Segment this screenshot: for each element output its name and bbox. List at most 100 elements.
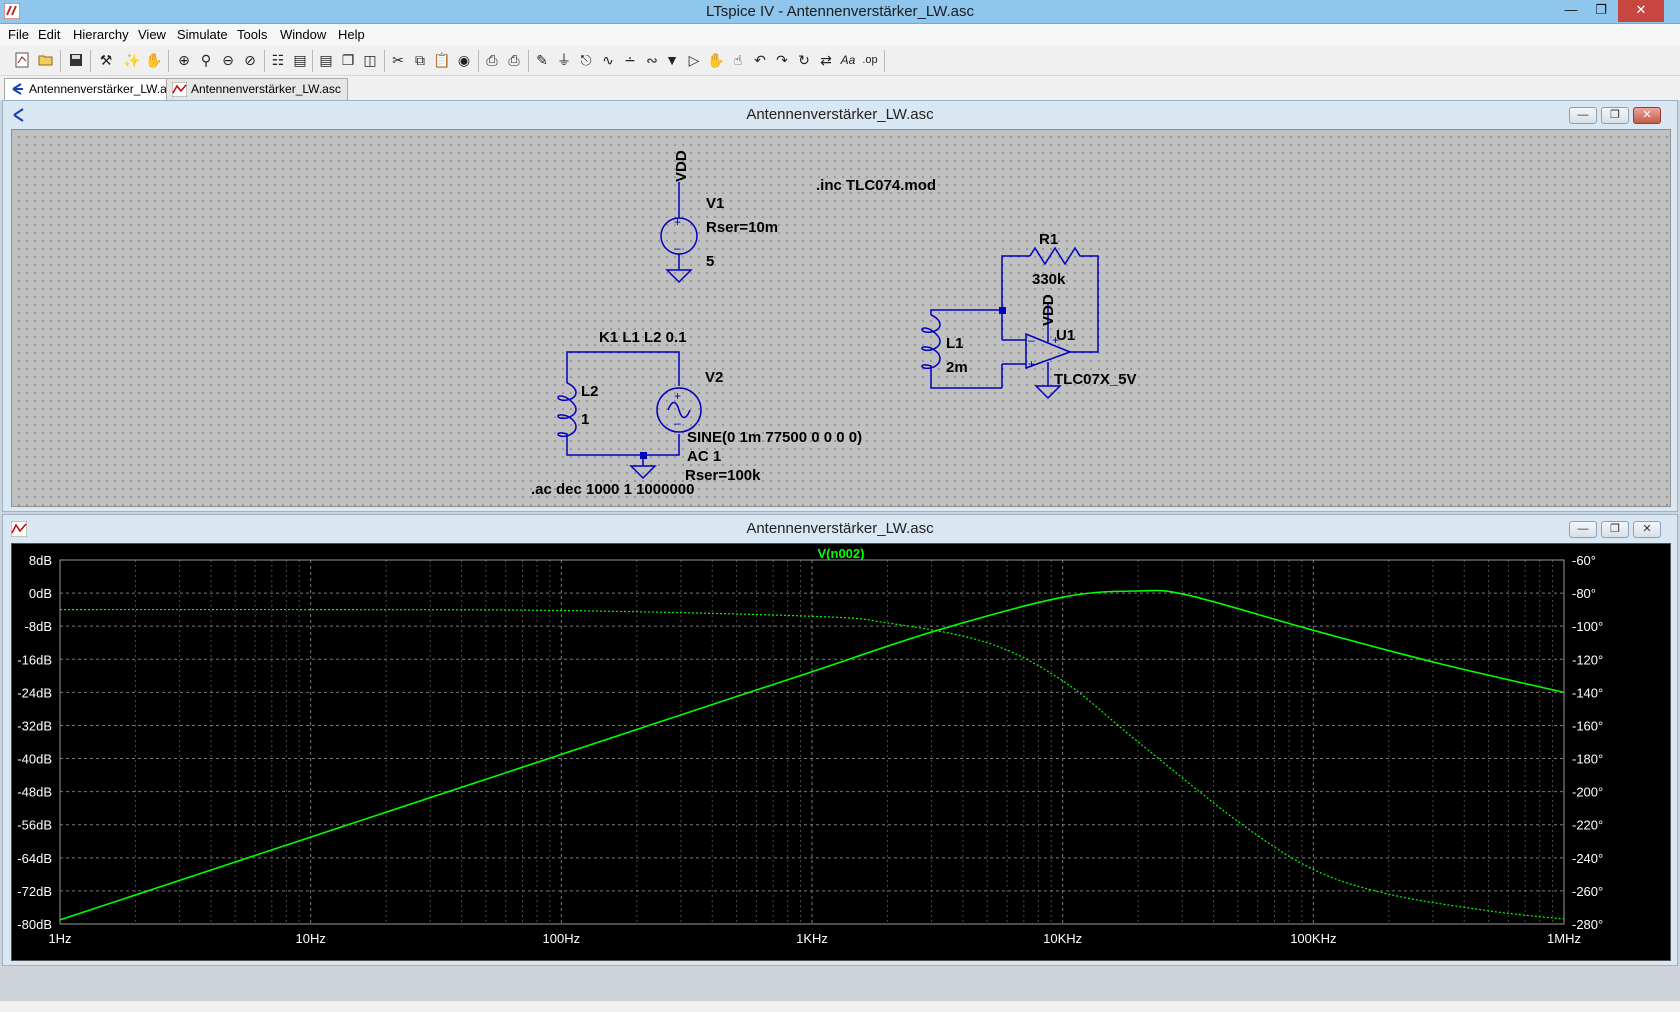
- ground-icon[interactable]: ⏚: [554, 50, 574, 70]
- undo-icon[interactable]: ↶: [750, 50, 770, 70]
- y-tick-label-db: -56dB: [17, 818, 52, 833]
- run-icon[interactable]: ✨: [122, 50, 142, 70]
- waveform-minimize-button[interactable]: —: [1569, 521, 1597, 538]
- waveform-plot[interactable]: 1Hz 10Hz 100Hz 1KHz 10KHz 100KHz 1MHz 8dB -60° 0d…: [11, 543, 1671, 961]
- y-tick-label-phase: -140°: [1572, 685, 1603, 700]
- y-tick-label-phase: -80°: [1572, 586, 1596, 601]
- window-titlebar: LTspice IV - Antennenverstärker_LW.asc —…: [0, 0, 1680, 24]
- y-tick-label-db: 8dB: [29, 553, 52, 568]
- restore-button[interactable]: ❐: [1586, 0, 1616, 22]
- x-tick-label: 1Hz: [48, 931, 71, 946]
- menu-hierarchy[interactable]: Hierarchy: [73, 27, 129, 42]
- svg-text:+: +: [674, 389, 681, 403]
- component-icon[interactable]: ▷: [684, 50, 704, 70]
- paste-icon[interactable]: 📋: [432, 50, 452, 70]
- move-icon[interactable]: ✋: [706, 50, 726, 70]
- coupling-directive[interactable]: K1 L1 L2 0.1: [599, 329, 687, 346]
- menu-tools[interactable]: Tools: [237, 27, 267, 42]
- x-tick-label: 10Hz: [295, 931, 325, 946]
- directive-inc[interactable]: .inc TLC074.mod: [816, 177, 936, 194]
- drag-icon[interactable]: ☝: [728, 50, 748, 70]
- bode-plot-svg[interactable]: 1Hz 10Hz 100Hz 1KHz 10KHz 100KHz 1MHz 8dB -60° 0d…: [12, 544, 1670, 960]
- x-tick-label: 100KHz: [1290, 931, 1336, 946]
- y-tick-label-db: -24dB: [17, 685, 52, 700]
- tile-vertical-icon[interactable]: ◫: [360, 50, 380, 70]
- menu-help[interactable]: Help: [338, 27, 365, 42]
- copy-icon[interactable]: ⧉: [410, 50, 430, 70]
- autorange-icon[interactable]: ☷: [268, 50, 288, 70]
- text-icon[interactable]: Aa: [838, 50, 858, 70]
- rotate-icon[interactable]: ↻: [794, 50, 814, 70]
- grid-icon[interactable]: ▤: [290, 50, 310, 70]
- r1-value: 330k: [1032, 271, 1066, 288]
- svg-text:+: +: [1028, 357, 1035, 371]
- waveform-restore-button[interactable]: ❐: [1601, 521, 1629, 538]
- x-tick-label: 100Hz: [543, 931, 581, 946]
- control-panel-icon[interactable]: ⚒: [96, 50, 116, 70]
- cut-icon[interactable]: ✂: [388, 50, 408, 70]
- schematic-minimize-button[interactable]: —: [1569, 107, 1597, 124]
- open-folder-icon[interactable]: [36, 50, 56, 70]
- label-net-icon[interactable]: ⎋: [576, 50, 596, 70]
- halt-icon[interactable]: ✋: [144, 50, 164, 70]
- menu-simulate[interactable]: Simulate: [177, 27, 228, 42]
- draw-wire-icon[interactable]: ✎: [532, 50, 552, 70]
- zoom-pan-icon[interactable]: ⚲: [196, 50, 216, 70]
- y-tick-label-db: -80dB: [17, 917, 52, 932]
- y-tick-label-db: -16dB: [17, 652, 52, 667]
- minimize-button[interactable]: —: [1556, 0, 1586, 22]
- zoom-out-icon[interactable]: ⊖: [218, 50, 238, 70]
- x-tick-label: 1MHz: [1547, 931, 1581, 946]
- r1-name: R1: [1039, 231, 1058, 248]
- y-tick-label-phase: -60°: [1572, 553, 1596, 568]
- zoom-fit-icon[interactable]: ⊘: [240, 50, 260, 70]
- waveform-close-button[interactable]: ✕: [1633, 521, 1661, 538]
- capacitor-icon[interactable]: ∸: [620, 50, 640, 70]
- v1-value: 5: [706, 253, 714, 270]
- close-button[interactable]: ✕: [1618, 0, 1664, 22]
- new-schematic-icon[interactable]: [12, 50, 32, 70]
- x-tick-label: 1KHz: [796, 931, 828, 946]
- menu-file[interactable]: File: [8, 27, 29, 42]
- v1-name: V1: [706, 195, 724, 212]
- x-tick-label: 10KHz: [1043, 931, 1082, 946]
- redo-icon[interactable]: ↷: [772, 50, 792, 70]
- tab-schematic[interactable]: Antennenverstärker_LW.asc: [4, 78, 186, 100]
- menu-edit[interactable]: Edit: [38, 27, 60, 42]
- cascade-icon[interactable]: ❐: [338, 50, 358, 70]
- zoom-in-icon[interactable]: ⊕: [174, 50, 194, 70]
- trace-legend-label[interactable]: V(n002): [818, 546, 865, 561]
- menu-view[interactable]: View: [138, 27, 166, 42]
- resistor-icon[interactable]: ∿: [598, 50, 618, 70]
- y-tick-label-phase: -100°: [1572, 619, 1603, 634]
- y-tick-label-db: -8dB: [25, 619, 52, 634]
- schematic-icon: [12, 83, 23, 95]
- y-tick-label-db: -32dB: [17, 718, 52, 733]
- inductor-icon[interactable]: ∾: [642, 50, 662, 70]
- v2-name: V2: [705, 369, 723, 386]
- junction-dot: [999, 307, 1006, 314]
- tile-horizontal-icon[interactable]: ▤: [316, 50, 336, 70]
- y-tick-label-phase: -220°: [1572, 818, 1603, 833]
- menu-window[interactable]: Window: [280, 27, 326, 42]
- schematic-close-button[interactable]: ✕: [1633, 107, 1661, 124]
- junction-dot: [640, 452, 647, 459]
- directive-ac[interactable]: .ac dec 1000 1 1000000: [531, 481, 694, 498]
- save-icon[interactable]: [66, 50, 86, 70]
- schematic-canvas[interactable]: + – + – – + + VDD V1 Rser=10m 5 .inc TLC…: [11, 129, 1671, 507]
- y-tick-label-db: -64dB: [17, 851, 52, 866]
- svg-text:+: +: [674, 215, 681, 229]
- schematic-restore-button[interactable]: ❐: [1601, 107, 1629, 124]
- vdd-label-u1: VDD: [1040, 294, 1057, 326]
- find-icon[interactable]: ◉: [454, 50, 474, 70]
- mirror-icon[interactable]: ⇄: [816, 50, 836, 70]
- tab-waveform[interactable]: Antennenverstärker_LW.asc: [166, 78, 348, 100]
- waveform-window-title: Antennenverstärker_LW.asc: [746, 520, 934, 537]
- print-icon[interactable]: ⎙: [504, 50, 524, 70]
- y-tick-label-db: -40dB: [17, 752, 52, 767]
- y-tick-label-phase: -200°: [1572, 785, 1603, 800]
- print-preview-icon[interactable]: ⎙: [482, 50, 502, 70]
- diode-icon[interactable]: ▼: [662, 50, 682, 70]
- y-tick-label-phase: -260°: [1572, 884, 1603, 899]
- spice-directive-icon[interactable]: .op: [860, 50, 880, 70]
